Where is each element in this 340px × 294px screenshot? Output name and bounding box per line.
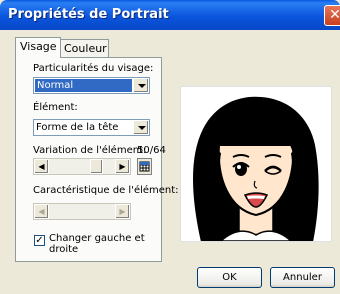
slider-right-button: ▶ (115, 204, 130, 219)
mirror-label-line2: droite (49, 244, 79, 255)
slider-left-button: ◀ (34, 204, 49, 219)
ok-button-label: OK (222, 272, 237, 283)
characteristic-slider: ◀ ▶ (33, 203, 131, 220)
tab-visage[interactable]: Visage (15, 37, 61, 58)
cancel-button-label: Annuler (283, 272, 322, 283)
chevron-down-icon (138, 84, 146, 88)
close-icon: ✕ (329, 7, 340, 23)
tab-visage-label: Visage (20, 40, 57, 53)
dropdown-button[interactable] (133, 120, 149, 135)
chevron-down-icon (138, 126, 146, 130)
characteristic-label: Caractéristique de l'élément: (33, 185, 179, 196)
slider-right-button[interactable]: ▶ (115, 159, 130, 174)
tab-couleur[interactable]: Couleur (59, 39, 109, 57)
ok-button[interactable]: OK (197, 267, 262, 288)
variation-readout: 50/64 (137, 145, 166, 156)
face-traits-label: Particularités du visage: (33, 63, 154, 74)
close-button[interactable]: ✕ (324, 5, 340, 26)
title-bar[interactable]: Propriétés de Portrait ✕ (0, 0, 340, 30)
portrait-preview (180, 86, 332, 242)
cancel-button[interactable]: Annuler (270, 267, 335, 288)
variation-label: Variation de l'élément: (33, 145, 147, 156)
slider-thumb[interactable] (90, 159, 103, 174)
check-icon: ✓ (35, 235, 44, 246)
element-label: Élément: (33, 102, 78, 113)
variation-slider[interactable]: ◀ ▶ (33, 158, 131, 175)
face-traits-dropdown[interactable]: Normal (33, 77, 150, 94)
element-dropdown[interactable]: Forme de la tête (33, 119, 150, 136)
grid-icon (139, 161, 150, 172)
face-traits-value: Normal (35, 79, 132, 92)
slider-left-button[interactable]: ◀ (34, 159, 49, 174)
tab-couleur-label: Couleur (64, 42, 107, 55)
properties-dialog: Propriétés de Portrait ✕ Visage Couleur … (0, 0, 340, 294)
variation-grid-button[interactable] (137, 158, 152, 175)
dropdown-button[interactable] (133, 78, 149, 93)
mirror-checkbox[interactable]: ✓ (34, 235, 45, 246)
element-value: Forme de la tête (36, 122, 119, 133)
mirror-label-line1: Changer gauche et (49, 233, 145, 244)
window-title: Propriétés de Portrait (8, 7, 169, 22)
portrait-image (193, 96, 319, 242)
visage-panel: Particularités du visage: Normal Élément… (15, 57, 179, 262)
